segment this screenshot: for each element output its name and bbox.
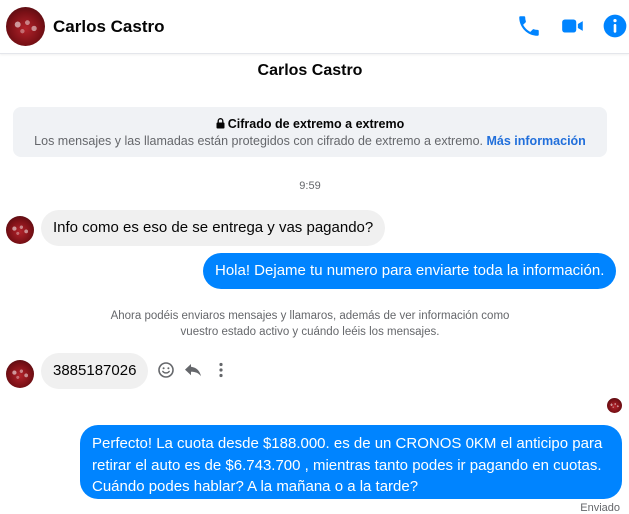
contact-avatar[interactable] — [6, 7, 45, 46]
contact-avatar-small[interactable] — [6, 360, 34, 388]
delivery-status: Enviado — [580, 502, 620, 514]
read-receipt-avatar — [607, 398, 622, 413]
encryption-text: Los mensajes y las llamadas están proteg… — [34, 134, 484, 148]
video-camera-icon[interactable] — [560, 13, 586, 39]
more-options-icon[interactable] — [211, 358, 231, 382]
info-icon[interactable] — [602, 13, 628, 39]
message-incoming[interactable]: Info como es eso de se entrega y vas pag… — [41, 210, 386, 246]
react-emoji-icon[interactable] — [156, 358, 176, 382]
message-timestamp: 9:59 — [299, 180, 321, 192]
contact-name[interactable]: Carlos Castro — [53, 17, 164, 37]
phone-icon[interactable] — [516, 13, 542, 39]
chat-header: Carlos Castro — [0, 0, 629, 54]
reply-icon[interactable] — [183, 358, 203, 382]
more-info-link[interactable]: Más información — [487, 134, 586, 148]
message-outgoing-long[interactable]: Perfecto! La cuota desde $188.000. es de… — [80, 425, 622, 499]
conversation-title: Carlos Castro — [257, 62, 363, 79]
message-incoming-phone[interactable]: 3885187026 — [41, 353, 149, 389]
contact-avatar-small[interactable] — [6, 216, 34, 244]
message-outgoing[interactable]: Hola! Dejame tu numero para enviarte tod… — [203, 253, 617, 289]
encryption-title: Cifrado de extremo a extremo — [227, 117, 405, 131]
encryption-notice: Cifrado de extremo a extremo Los mensaje… — [13, 107, 607, 157]
lock-icon — [216, 118, 225, 132]
contact-notice: Ahora podéis enviaros mensajes y llamaro… — [110, 310, 510, 338]
